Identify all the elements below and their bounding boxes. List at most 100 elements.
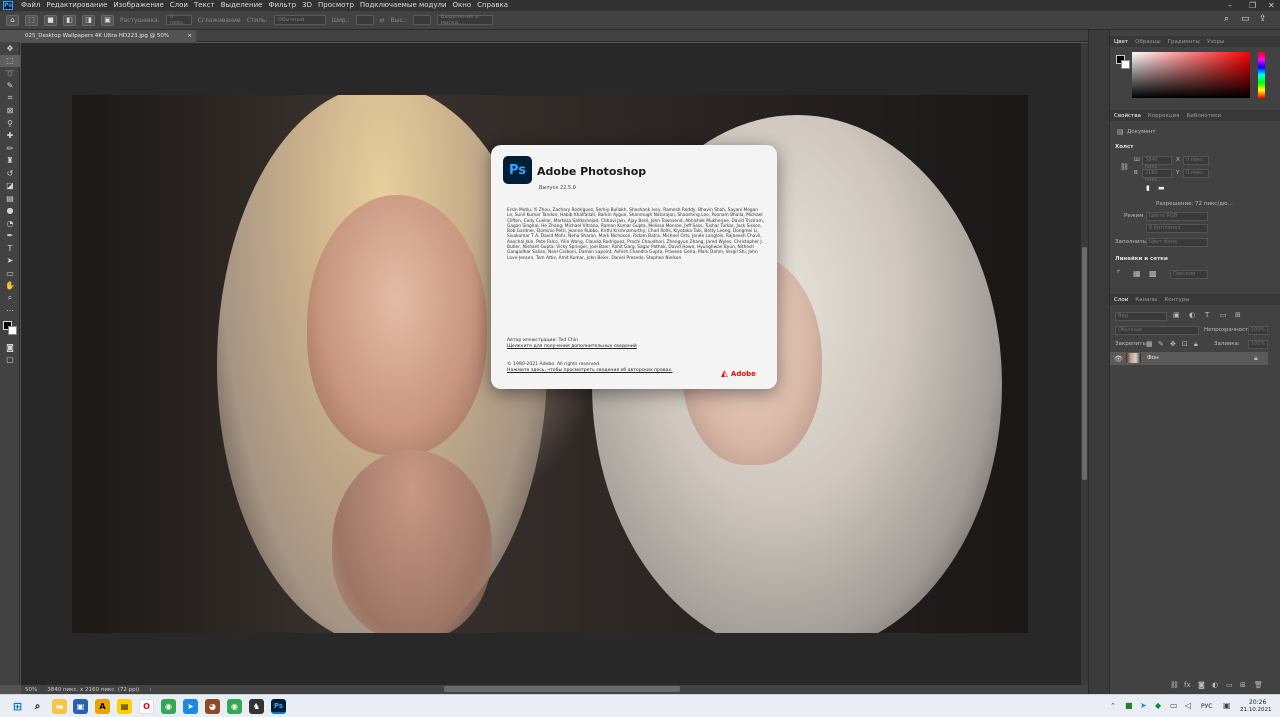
canvas-x-field[interactable]: 0 пикс. [1183,156,1209,165]
crop-tool-icon[interactable]: ⌗ [0,92,20,105]
telegram-icon[interactable]: ➤ [183,699,198,714]
tab-color[interactable]: Цвет [1114,39,1128,45]
feather-field[interactable]: 0 пикс. [165,14,192,26]
language-indicator[interactable]: РУС [1201,703,1212,710]
legal-link[interactable]: Нажмите здесь, чтобы просмотреть сведени… [507,368,673,373]
zoom-level[interactable]: 50% [25,687,37,693]
canvas-height-field[interactable]: 2160 пикс. [1142,169,1172,183]
layer-row[interactable]: 👁︎ Фон 🔒︎ [1110,352,1268,365]
menu-layers[interactable]: Слои [167,0,191,11]
status-menu-icon[interactable]: › [149,687,151,693]
layer-filter-field[interactable]: Вид [1115,312,1167,321]
style-select[interactable]: Обычный [273,15,326,25]
layer-name[interactable]: Фон [1147,355,1159,361]
tab-paths[interactable]: Контуры [1164,297,1189,303]
search-taskbar-icon[interactable]: ⌕ [30,699,45,714]
tray-display-icon[interactable]: ▣ [1223,701,1231,710]
healing-brush-tool-icon[interactable]: ✚ [0,130,20,143]
tab-layers[interactable]: Слои [1114,297,1128,303]
tab-swatches[interactable]: Образцы [1135,39,1161,45]
tab-adjustments[interactable]: Коррекция [1148,113,1180,119]
eyedropper-tool-icon[interactable]: ⚲ [0,117,20,130]
intersect-selection-icon[interactable]: ▣ [101,14,114,26]
restore-icon[interactable]: ❐ [1249,0,1256,11]
marquee-preset-icon[interactable]: ⬚ [25,14,38,26]
lock-all-icon[interactable]: 🔒︎ [1194,340,1198,349]
tab-channels[interactable]: Каналы [1135,297,1157,303]
workspace-icon[interactable]: ▭ [1241,14,1250,24]
select-and-mask-button[interactable]: Выделение и маска... [436,14,493,26]
menu-image[interactable]: Изображение [110,0,166,11]
pen-tool-icon[interactable]: ✒ [0,230,20,243]
quick-select-tool-icon[interactable]: ✎ [0,80,20,93]
grid-icon[interactable]: ▦ [1133,269,1141,278]
lock-pixels-icon[interactable]: ▦ [1146,340,1153,348]
dodge-tool-icon[interactable]: ◔ [0,217,20,230]
photoshop-app-icon[interactable]: Ps [3,1,13,10]
tray-network-icon[interactable]: ▭ [1170,701,1178,710]
menu-plugins[interactable]: Подключаемые модули [357,0,450,11]
taskbar-time[interactable]: 20:26 [1249,699,1266,706]
menu-3d[interactable]: 3D [299,0,315,11]
save-app-icon[interactable]: ▣ [73,699,88,714]
landscape-icon[interactable]: ▬ [1158,184,1165,192]
layer-visibility-icon[interactable]: 👁︎ [1114,355,1123,363]
history-brush-tool-icon[interactable]: ↺ [0,167,20,180]
minimize-icon[interactable]: – [1228,0,1232,11]
tray-volume-icon[interactable]: ◁ [1185,701,1191,710]
share-icon[interactable]: ⇪ [1259,14,1267,24]
tray-telegram-icon[interactable]: ➤ [1140,701,1147,710]
archive-app-icon[interactable]: A [95,699,110,714]
notes-app-icon[interactable]: ▤ [117,699,132,714]
chrome-beta-icon[interactable]: ◉ [227,699,242,714]
tray-chevron-icon[interactable]: ⌃ [1110,702,1116,710]
color-swatches[interactable] [0,317,19,341]
photoshop-taskbar-icon[interactable]: Ps [271,699,286,714]
adjustment-layer-icon[interactable]: ◐ [1212,681,1218,689]
height-field[interactable] [412,15,431,25]
file-explorer-icon[interactable]: ▬ [52,699,67,714]
more-tools-icon[interactable]: ⋯ [0,305,20,318]
subtract-selection-icon[interactable]: ◨ [82,14,95,26]
search-icon[interactable]: ⌕ [1224,14,1229,24]
brush-tool-icon[interactable]: ✏ [0,142,20,155]
menu-help[interactable]: Справка [474,0,511,11]
game-app-icon[interactable]: ♞ [249,699,264,714]
screen-mode-icon[interactable]: ▢ [0,354,20,367]
menu-view[interactable]: Просмотр [315,0,357,11]
menu-select[interactable]: Выделение [218,0,266,11]
lock-paint-icon[interactable]: ✎ [1158,340,1164,348]
filter-shape-icon[interactable]: ▭ [1220,311,1227,319]
lock-artboard-icon[interactable]: ⊡ [1182,340,1188,348]
add-mask-icon[interactable]: ◙ [1198,681,1205,689]
add-selection-icon[interactable]: ◧ [63,14,76,26]
zoom-tool-icon[interactable]: ⌕ [0,292,20,305]
gradient-tool-icon[interactable]: ▤ [0,192,20,205]
tab-gradients[interactable]: Градиенты [1168,39,1200,45]
color-picker-field[interactable] [1132,52,1250,98]
opera-icon[interactable]: O [139,699,154,714]
rectangle-tool-icon[interactable]: ▭ [0,267,20,280]
quick-mask-icon[interactable]: ◙ [0,341,20,354]
units-select[interactable]: Пиксели [1170,270,1208,279]
ruler-icon[interactable]: ⌜ [1117,269,1121,278]
tab-libraries[interactable]: Библиотеки [1186,113,1221,119]
blur-tool-icon[interactable]: ● [0,205,20,218]
filter-adjust-icon[interactable]: ◐ [1189,311,1195,319]
horizontal-scroll-thumb[interactable] [444,686,680,692]
move-tool-icon[interactable]: ✥ [0,42,20,55]
rulers-section-title[interactable]: Линейки и сетки [1115,256,1168,262]
link-icon[interactable]: ⛓ [1120,163,1129,171]
canvas-y-field[interactable]: 0 пикс. [1183,169,1209,178]
filter-image-icon[interactable]: ▣ [1173,311,1180,319]
menu-file[interactable]: Файл [18,0,43,11]
clone-stamp-tool-icon[interactable]: ♜ [0,155,20,168]
home-icon[interactable]: ⌂ [6,14,19,26]
menu-type[interactable]: Текст [191,0,218,11]
document-tab[interactable]: 025_Desktop Wallpapers 4K Ultra HD223.jp… [20,30,196,51]
color-mode-select[interactable]: Цвета RGB [1146,212,1208,221]
tray-security-icon[interactable]: ◆ [1155,701,1161,710]
close-tab-icon[interactable]: × [187,30,192,42]
link-layers-icon[interactable]: ⛓ [1170,681,1179,689]
filter-smart-icon[interactable]: ⊞ [1235,311,1241,319]
